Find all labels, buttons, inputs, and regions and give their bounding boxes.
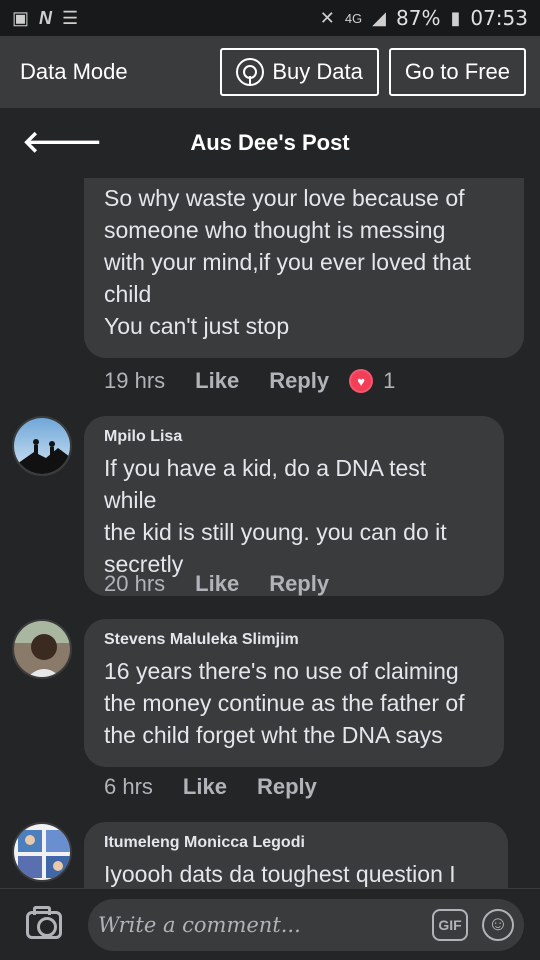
comment-text: So why waste your love because of someon… (104, 185, 471, 339)
comment-meta: 20 hrs Like Reply (104, 571, 329, 597)
data-mode-bar: Data Mode Buy Data Go to Free (0, 36, 540, 108)
list-icon: ☰ (62, 7, 79, 28)
status-bar: ▣ N ☰ ✕ 4G ◢ 87% ▮ 07:53 (0, 0, 540, 36)
comment-bubble[interactable]: Stevens Maluleka Slimjim 16 years there'… (84, 619, 504, 767)
comment-author[interactable]: Mpilo Lisa (104, 428, 484, 446)
go-to-free-button[interactable]: Go to Free (388, 48, 526, 96)
picture-icon: ▣ (12, 7, 30, 28)
reply-button[interactable]: Reply (257, 774, 317, 800)
avatar[interactable] (12, 619, 72, 679)
reply-button[interactable]: Reply (269, 571, 329, 597)
battery-percent: 87% (396, 6, 441, 30)
battery-icon: ▮ (450, 7, 461, 28)
love-reaction-icon: ♥ (349, 369, 374, 393)
comment-input[interactable]: Write a comment... GIF ☺ (88, 898, 524, 951)
avatar[interactable] (12, 416, 72, 476)
comment-meta: 6 hrs Like Reply (104, 774, 317, 800)
like-button[interactable]: Like (183, 774, 227, 800)
broadcast-icon (236, 58, 265, 86)
like-button[interactable]: Like (195, 368, 239, 394)
comment-bubble[interactable]: So why waste your love because of someon… (84, 178, 524, 358)
buy-data-label: Buy Data (272, 59, 363, 84)
comment-meta: 19 hrs Like Reply ♥ 1 (104, 368, 395, 394)
gif-icon[interactable]: GIF (432, 908, 468, 941)
page-title: Aus Dee's Post (190, 130, 350, 155)
emoji-icon[interactable]: ☺ (482, 908, 514, 941)
go-to-free-label: Go to Free (404, 59, 510, 84)
comments-list[interactable]: So why waste your love because of someon… (0, 178, 540, 888)
post-header: 🡐 Aus Dee's Post (0, 108, 540, 178)
camera-icon[interactable] (26, 905, 62, 939)
comment-placeholder: Write a comment... (98, 912, 301, 937)
like-button[interactable]: Like (195, 571, 239, 597)
comment-time: 19 hrs (104, 368, 166, 393)
comment-composer: Write a comment... GIF ☺ (0, 888, 540, 960)
back-arrow-icon[interactable]: 🡐 (22, 124, 102, 160)
n-icon: N (39, 7, 53, 28)
reaction-summary[interactable]: ♥ 1 (349, 368, 395, 394)
comment-author[interactable]: Itumeleng Monicca Legodi (104, 834, 488, 852)
buy-data-button[interactable]: Buy Data (220, 48, 379, 96)
signal-icon: ◢ (372, 7, 386, 28)
comment-time: 6 hrs (104, 774, 153, 799)
reaction-count: 1 (383, 368, 396, 393)
comment-text: Iyoooh dats da toughest question I (104, 861, 456, 887)
reply-button[interactable]: Reply (269, 368, 329, 394)
comment-author[interactable]: Stevens Maluleka Slimjim (104, 631, 484, 649)
comment-time: 20 hrs (104, 571, 166, 596)
comment-bubble[interactable]: Mpilo Lisa If you have a kid, do a DNA t… (84, 416, 504, 596)
comment-text: 16 years there's no use of claiming the … (104, 658, 465, 748)
comment-bubble[interactable]: Itumeleng Monicca Legodi Iyoooh dats da … (84, 822, 508, 888)
avatar[interactable] (12, 822, 72, 882)
clock: 07:53 (470, 6, 528, 30)
network-label: 4G (344, 10, 363, 26)
data-mode-title: Data Mode (20, 59, 128, 84)
mute-icon: ✕ (319, 7, 335, 28)
comment-text: If you have a kid, do a DNA test while t… (104, 455, 447, 577)
